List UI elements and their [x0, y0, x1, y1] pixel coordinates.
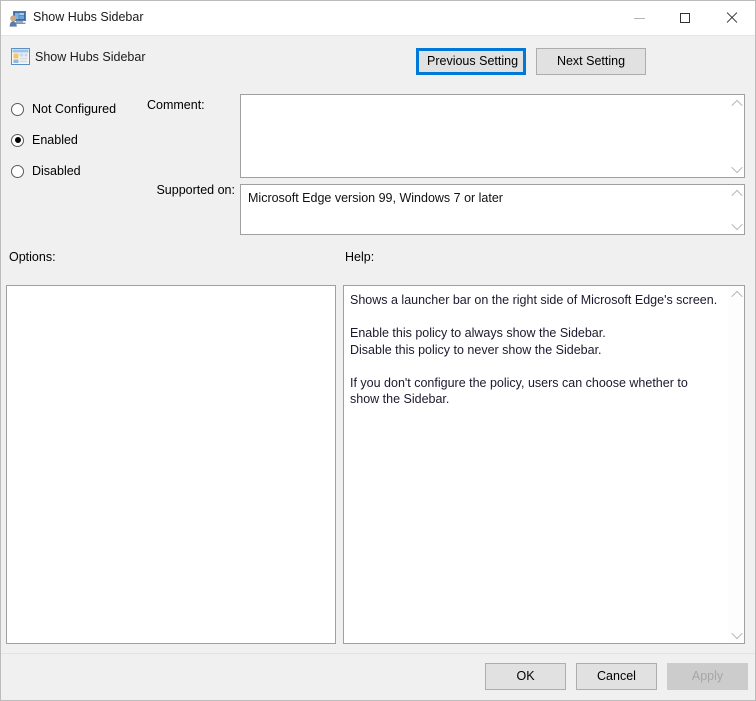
comment-label: Comment: [147, 98, 205, 112]
close-icon [725, 12, 737, 24]
help-scrollbar[interactable] [727, 286, 744, 643]
minimize-button[interactable] [616, 1, 662, 35]
scroll-up-icon[interactable] [728, 95, 744, 112]
minimize-icon [633, 17, 645, 19]
comment-textbox[interactable] [240, 94, 745, 178]
scroll-up-icon[interactable] [728, 286, 744, 303]
radio-disabled[interactable]: Disabled [11, 164, 81, 178]
group-policy-setting-dialog: Show Hubs Sidebar Show Hubs Sidebar Prev… [0, 0, 756, 701]
scroll-down-icon[interactable] [728, 217, 744, 234]
options-label: Options: [9, 250, 56, 264]
window-title: Show Hubs Sidebar [33, 10, 144, 24]
comment-scrollbar[interactable] [727, 95, 744, 177]
options-panel[interactable] [6, 285, 336, 644]
radio-enabled[interactable]: Enabled [11, 133, 78, 147]
radio-label-not-configured: Not Configured [32, 102, 117, 116]
help-text: Shows a launcher bar on the right side o… [350, 293, 718, 406]
policy-name: Show Hubs Sidebar [35, 50, 146, 64]
group-policy-icon [11, 48, 30, 65]
supported-on-textbox[interactable]: Microsoft Edge version 99, Windows 7 or … [240, 184, 745, 235]
close-button[interactable] [708, 1, 754, 35]
policy-setting-icon [9, 10, 27, 27]
ok-button[interactable]: OK [485, 663, 566, 690]
radio-label-enabled: Enabled [32, 133, 78, 147]
radio-mark-disabled [11, 164, 24, 178]
scroll-down-icon[interactable] [728, 160, 744, 177]
title-bar: Show Hubs Sidebar [1, 1, 755, 36]
policy-header: Show Hubs Sidebar Previous Setting Next … [1, 37, 755, 89]
radio-label-disabled: Disabled [32, 164, 81, 178]
footer-separator [1, 653, 755, 654]
help-panel[interactable]: Shows a launcher bar on the right side o… [343, 285, 745, 644]
maximize-button[interactable] [662, 1, 708, 35]
radio-mark-enabled [11, 133, 24, 147]
previous-setting-button[interactable]: Previous Setting [416, 48, 526, 75]
radio-not-configured[interactable]: Not Configured [11, 102, 116, 116]
supported-on-value: Microsoft Edge version 99, Windows 7 or … [248, 191, 503, 205]
help-label: Help: [345, 250, 375, 264]
scroll-down-icon[interactable] [728, 626, 744, 643]
apply-button: Apply [667, 663, 748, 690]
supported-on-label: Supported on: [156, 183, 235, 197]
radio-mark-not-configured [11, 102, 24, 116]
supported-on-scrollbar[interactable] [727, 185, 744, 234]
scroll-up-icon[interactable] [728, 185, 744, 202]
maximize-icon [680, 13, 690, 23]
next-setting-button[interactable]: Next Setting [536, 48, 646, 75]
cancel-button[interactable]: Cancel [576, 663, 657, 690]
